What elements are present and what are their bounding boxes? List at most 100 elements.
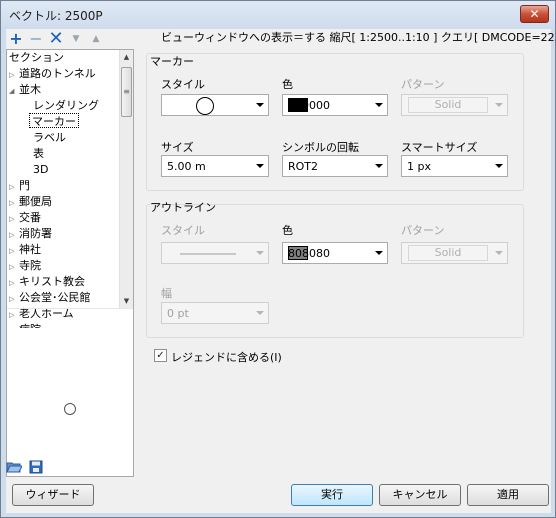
close-button[interactable]: ✕ xyxy=(520,5,549,23)
expand-arrow-icon[interactable]: ▷ xyxy=(9,292,19,307)
expand-arrow-icon[interactable]: ▷ xyxy=(9,260,19,275)
smart-size-value: 1 px xyxy=(407,160,431,173)
expand-arrow-icon[interactable]: ▷ xyxy=(9,68,19,83)
line-style-icon xyxy=(180,253,236,255)
marker-color-select[interactable]: 000000 xyxy=(282,94,388,116)
outline-style-select[interactable] xyxy=(161,242,269,264)
marker-style-label: スタイル xyxy=(161,78,205,91)
tree-item-road-tunnel[interactable]: ▷ 道路のトンネル xyxy=(9,66,96,81)
tree-item-shrine[interactable]: ▷ 神社 xyxy=(9,242,41,257)
marker-pattern-label: パターン xyxy=(401,78,445,91)
marker-size-value: 5.00 m xyxy=(167,160,206,173)
tree-item-post-office[interactable]: ▷ 郵便局 xyxy=(9,194,52,209)
expand-arrow-icon[interactable]: ▷ xyxy=(9,276,19,291)
outline-width-label: 幅 xyxy=(161,287,172,300)
tree-item-label: 表 xyxy=(33,147,44,160)
tree-item-label: 3D xyxy=(33,163,49,176)
expand-arrow-icon[interactable]: ▷ xyxy=(9,180,19,195)
tree-item-hospital[interactable]: ▷ 病院 xyxy=(9,322,41,328)
dropdown-arrow-icon xyxy=(495,103,503,107)
expand-arrow-icon[interactable]: ▷ xyxy=(9,308,19,323)
apply-button[interactable]: 適用 xyxy=(467,484,549,506)
tree-item-3d[interactable]: 3D xyxy=(33,162,48,177)
tree-item-label-node[interactable]: ラベル xyxy=(33,130,66,145)
x-icon[interactable]: ✕ xyxy=(48,29,64,49)
tree-item-label: セクション xyxy=(9,51,64,64)
expand-arrow-icon[interactable]: ▷ xyxy=(9,324,19,328)
legend-checkbox-label[interactable]: レジェンドに含める(I) xyxy=(171,349,282,365)
title-bar[interactable]: ベクトル: 2500P ✕ xyxy=(1,1,555,29)
tree-item-label: 神社 xyxy=(19,243,41,256)
expand-arrow-icon[interactable]: ▷ xyxy=(9,196,19,211)
legend-checkbox[interactable]: ✓ xyxy=(154,349,167,362)
outline-color-select[interactable]: 808080 xyxy=(282,242,388,264)
dropdown-arrow-icon xyxy=(495,251,503,255)
plus-icon[interactable]: + xyxy=(8,29,24,49)
marker-size-select[interactable]: 5.00 m xyxy=(161,155,269,177)
smart-size-label: スマートサイズ xyxy=(401,141,478,154)
marker-pattern-select[interactable]: Solid xyxy=(401,94,508,116)
tree-item-public-hall[interactable]: ▷ 公会堂･公民館 xyxy=(9,290,91,305)
run-button[interactable]: 実行 xyxy=(291,484,373,506)
tree-item-label: ラベル xyxy=(33,131,66,144)
dropdown-arrow-icon xyxy=(256,164,264,168)
dropdown-arrow-icon xyxy=(375,251,383,255)
circle-marker-icon xyxy=(196,97,214,115)
tree-item-label: マーカー xyxy=(32,115,76,128)
outline-style-label: スタイル xyxy=(161,224,205,237)
collapse-arrow-icon[interactable]: ◢ xyxy=(9,84,19,99)
dialog-window: ベクトル: 2500P ✕ + − ✕ ▼ ▲ セクション ▷ 道路のトンネル ◢… xyxy=(0,0,556,518)
tree-item-marker[interactable]: マーカー xyxy=(29,113,79,128)
scroll-up-icon[interactable]: ▲ xyxy=(120,50,133,64)
tree-item-label: レンダリング xyxy=(33,99,99,112)
outline-group-title: アウトライン xyxy=(150,201,216,214)
section-tree[interactable]: セクション ▷ 道路のトンネル ◢ 並木 レンダリング マーカー ラベル 表 3D … xyxy=(6,49,134,477)
outline-width-value: 0 pt xyxy=(167,307,189,320)
tree-item-gate[interactable]: ▷ 門 xyxy=(9,178,30,193)
open-folder-icon[interactable] xyxy=(6,460,23,474)
expand-arrow-icon[interactable]: ▷ xyxy=(9,244,19,259)
marker-color-value: 000000 xyxy=(288,99,330,112)
marker-preview-circle-icon xyxy=(64,403,76,415)
tree-item-fire-station[interactable]: ▷ 消防署 xyxy=(9,226,52,241)
chevron-up-icon[interactable]: ▲ xyxy=(88,29,104,49)
cancel-button[interactable]: キャンセル xyxy=(379,484,461,506)
tree-item-church[interactable]: ▷ キリスト教会 xyxy=(9,274,85,289)
dropdown-arrow-icon xyxy=(375,164,383,168)
tree-item-section[interactable]: セクション xyxy=(9,50,64,65)
tree-toolbar: + − ✕ ▼ ▲ xyxy=(6,29,134,49)
tree-item-rendering[interactable]: レンダリング xyxy=(33,98,99,113)
tree-item-label: 寺院 xyxy=(19,259,41,272)
minus-icon[interactable]: − xyxy=(28,29,44,49)
tree-item-label: 門 xyxy=(19,179,30,192)
outline-width-select[interactable]: 0 pt xyxy=(161,302,269,324)
wizard-button[interactable]: ウィザード xyxy=(12,484,94,506)
tree-item-namiki[interactable]: ◢ 並木 xyxy=(9,82,41,97)
tree-item-table[interactable]: 表 xyxy=(33,146,44,161)
marker-group-title: マーカー xyxy=(150,55,194,68)
query-header: ビューウィンドウへの表示＝する 縮尺[ 1:2500..1:10 ] クエリ[ … xyxy=(161,31,556,44)
tree-scrollbar[interactable]: ▲ ≡ ▼ xyxy=(119,50,133,308)
outline-pattern-select[interactable]: Solid xyxy=(401,242,508,264)
tree-item-label: 公会堂･公民館 xyxy=(19,291,91,304)
expand-arrow-icon[interactable]: ▷ xyxy=(9,228,19,243)
marker-size-label: サイズ xyxy=(161,141,194,154)
expand-arrow-icon[interactable]: ▷ xyxy=(9,212,19,227)
marker-color-label: 色 xyxy=(282,78,293,91)
smart-size-select[interactable]: 1 px xyxy=(401,155,508,177)
outline-color-label: 色 xyxy=(282,224,293,237)
scroll-thumb[interactable]: ≡ xyxy=(121,67,132,117)
tree-item-label: 郵便局 xyxy=(19,195,52,208)
chevron-down-icon[interactable]: ▼ xyxy=(68,29,84,49)
marker-style-select[interactable] xyxy=(161,94,269,116)
outline-pattern-label: パターン xyxy=(401,224,445,237)
scroll-down-icon[interactable]: ▼ xyxy=(120,294,133,308)
symbol-rotation-select[interactable]: ROT2 xyxy=(282,155,388,177)
dropdown-arrow-icon xyxy=(256,251,264,255)
dropdown-arrow-icon xyxy=(256,103,264,107)
close-icon: ✕ xyxy=(529,7,540,21)
tree-item-label: 並木 xyxy=(19,83,41,96)
save-icon[interactable] xyxy=(28,460,44,474)
tree-item-temple[interactable]: ▷ 寺院 xyxy=(9,258,41,273)
tree-item-police-box[interactable]: ▷ 交番 xyxy=(9,210,41,225)
